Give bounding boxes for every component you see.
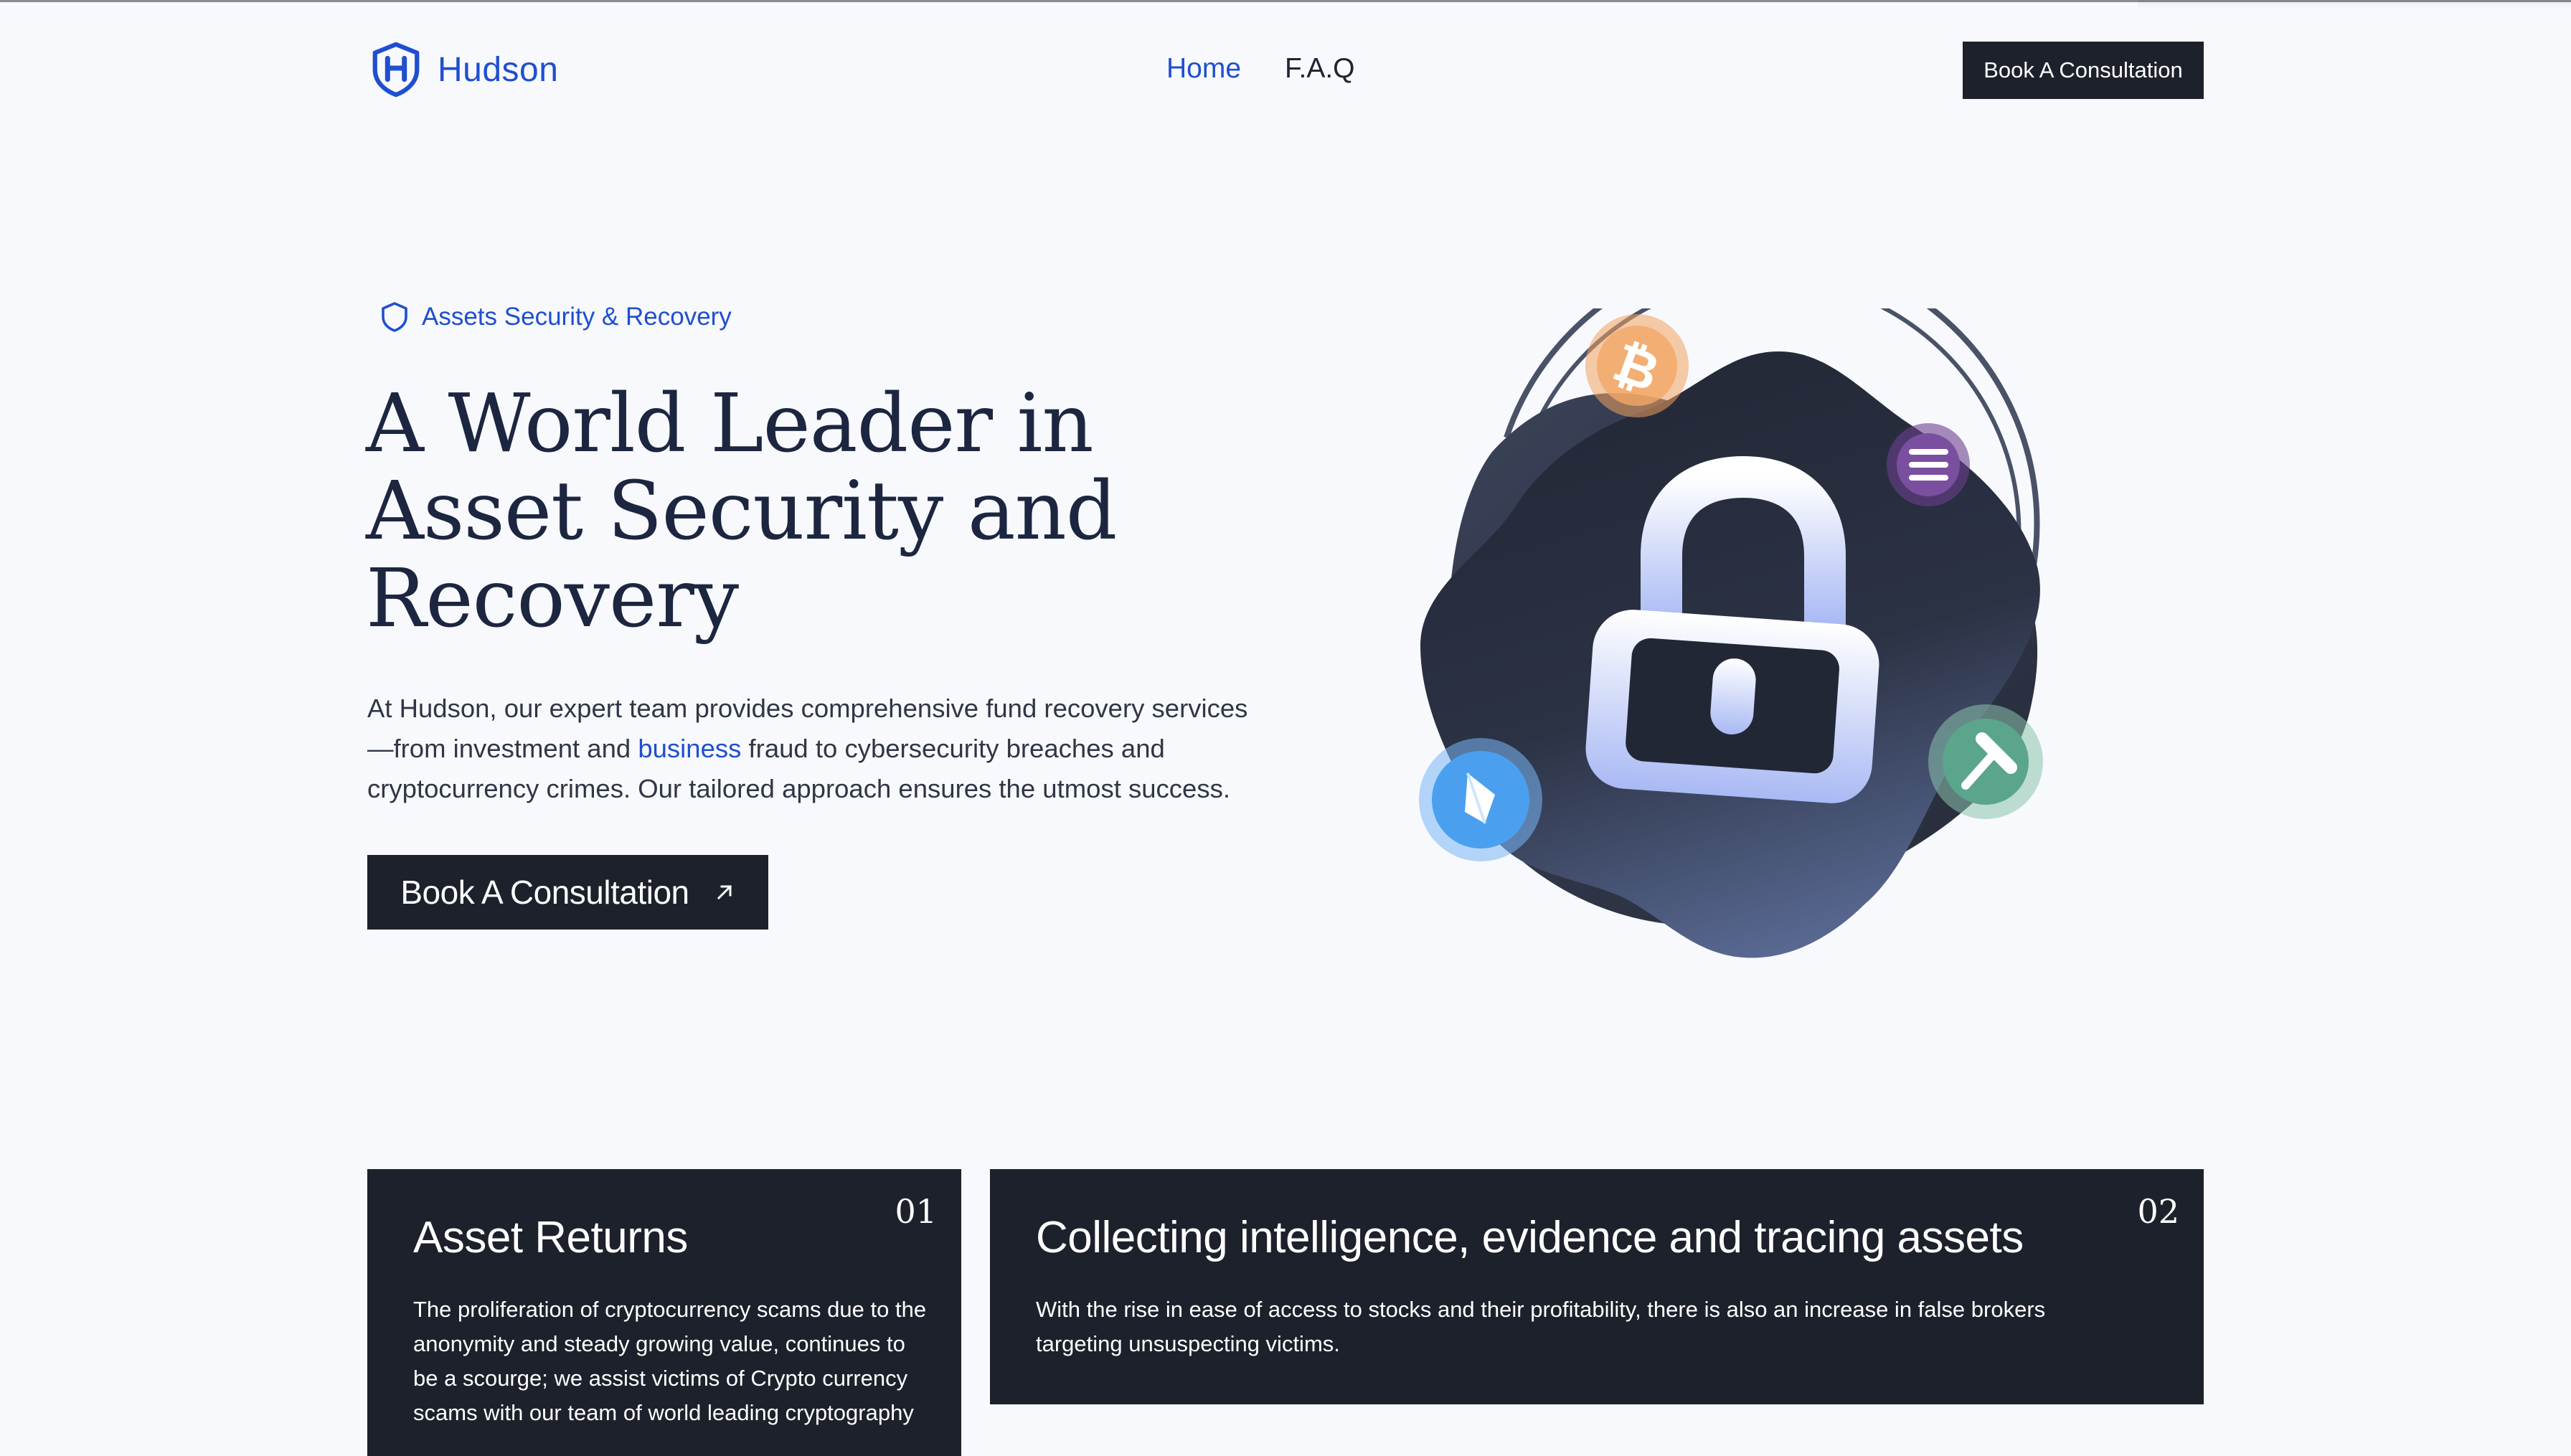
hero-badge: Assets Security & Recovery [367,301,732,333]
nav-link-home[interactable]: Home [1166,53,1241,85]
card-text: The proliferation of cryptocurrency scam… [413,1297,927,1425]
card-number: 02 [2137,1192,2179,1231]
card-title: Collecting intelligence, evidence and tr… [1036,1213,2024,1262]
security-illustration: ₿ [1406,248,2066,983]
hero-title: A World Leader in Asset Security and Rec… [366,377,1117,646]
arrow-up-right-icon [714,881,735,903]
hero-badge-label: Assets Security & Recovery [422,303,732,331]
card-text: With the rise in ease of access to stock… [1036,1297,2046,1356]
business-link[interactable]: business [638,734,741,763]
hero-cta-label: Book A Consultation [400,874,689,911]
feature-card-intelligence: 02 Collecting intelligence, evidence and… [990,1169,2204,1404]
hero-description: At Hudson, our expert team provides comp… [367,689,1271,809]
nav-book-consultation-button[interactable]: Book A Consultation [1963,42,2204,99]
feature-card-asset-returns: 01 Asset Returns The proliferation of cr… [367,1169,961,1456]
brand-name: Hudson [438,50,559,89]
shield-logo-icon [370,42,422,98]
scroll-shadow [2138,0,2571,9]
shield-icon [380,301,409,333]
card-number: 01 [895,1192,937,1231]
hero-book-consultation-button[interactable]: Book A Consultation [367,855,768,930]
brand-logo[interactable]: Hudson [370,42,558,98]
nav-link-faq[interactable]: F.A.Q [1285,53,1355,85]
card-title: Asset Returns [413,1213,688,1262]
